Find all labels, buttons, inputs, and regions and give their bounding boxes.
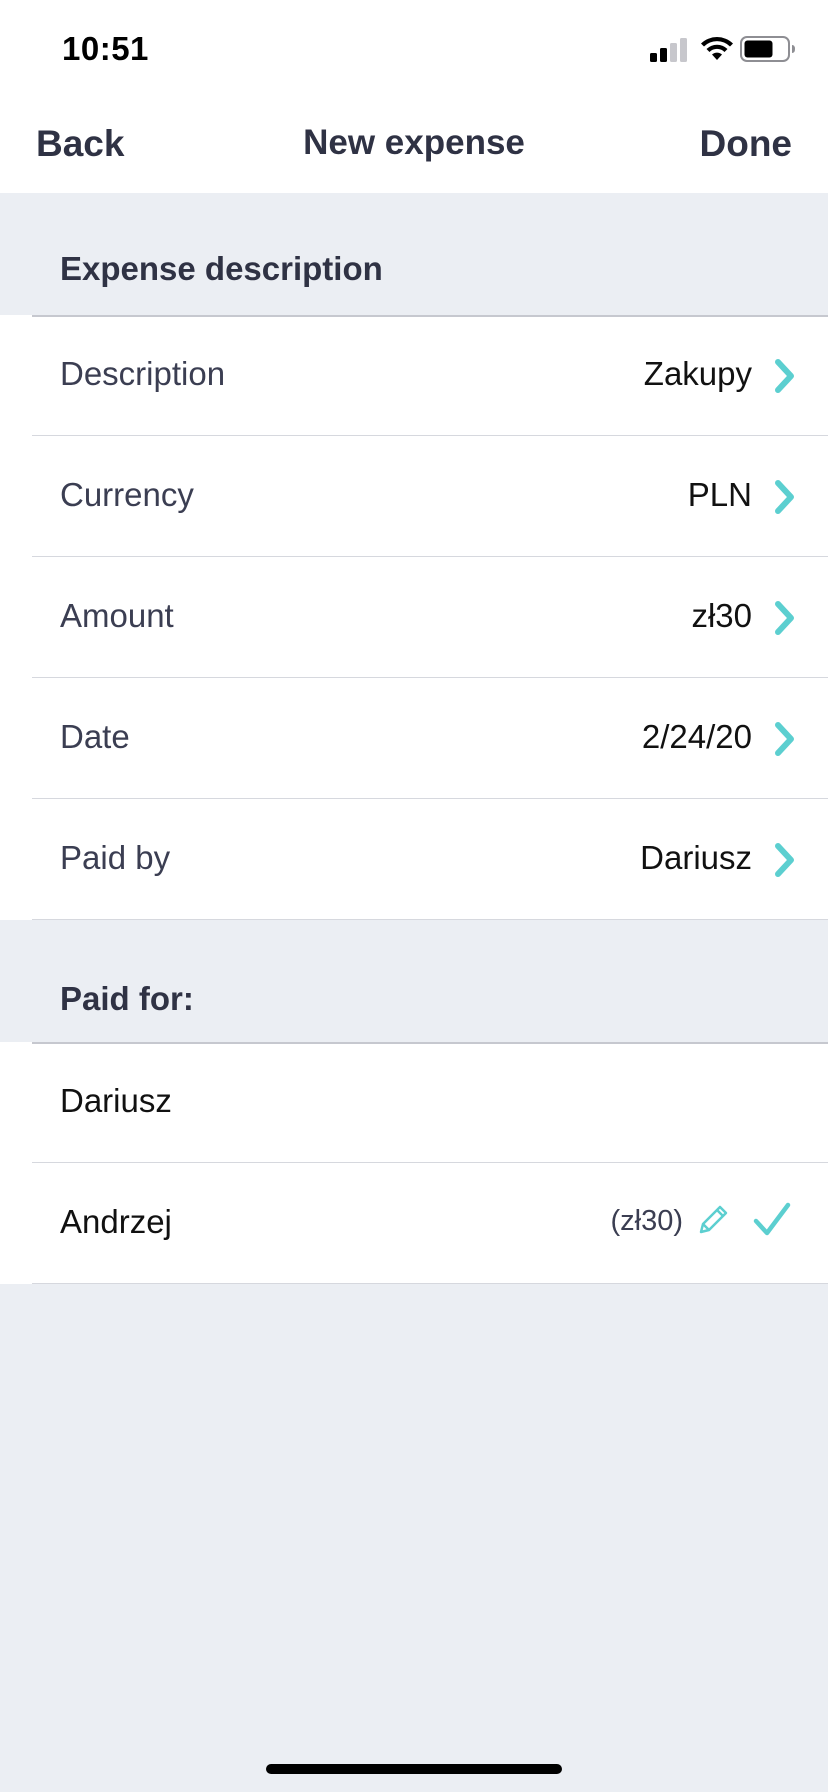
chevron-right-icon (775, 722, 794, 756)
row-value: PLN (687, 476, 752, 513)
battery-icon (740, 36, 795, 62)
status-bar: 10:51 (0, 0, 828, 95)
chevron-right-icon (775, 480, 794, 514)
pencil-icon[interactable] (696, 1203, 730, 1237)
section-header-paid-for: Paid for: (0, 920, 828, 1042)
row-value: 2/24/20 (641, 718, 752, 755)
row-label: Currency (60, 476, 194, 513)
row-label: Amount (60, 597, 174, 634)
row-value: zł30 (691, 597, 752, 634)
checkmark-icon[interactable] (752, 1201, 792, 1239)
description-row[interactable]: Description Zakupy (0, 315, 828, 436)
row-label: Date (60, 718, 130, 755)
signal-icon (650, 38, 690, 62)
screen: 10:51 Back New expense Done Expense desc… (0, 0, 828, 1792)
participant-row[interactable]: Dariusz (0, 1042, 828, 1163)
participant-row[interactable]: Andrzej (zł30) (0, 1163, 828, 1284)
participant-name: Dariusz (60, 1082, 172, 1119)
section-title-expense: Expense description (60, 250, 383, 287)
home-indicator[interactable] (266, 1764, 562, 1774)
chevron-right-icon (775, 601, 794, 635)
section-title-paid-for: Paid for: (60, 980, 194, 1017)
nav-bar: Back New expense Done (0, 95, 828, 193)
paid-by-row[interactable]: Paid by Dariusz (0, 799, 828, 920)
row-label: Paid by (60, 839, 171, 876)
expense-details-list: Description Zakupy Currency PLN Amount z… (0, 315, 828, 920)
currency-row[interactable]: Currency PLN (0, 436, 828, 557)
wifi-icon (701, 37, 733, 60)
chevron-right-icon (775, 843, 794, 877)
date-row[interactable]: Date 2/24/20 (0, 678, 828, 799)
done-button[interactable]: Done (700, 123, 793, 165)
section-header-expense: Expense description (0, 193, 828, 315)
paid-for-list: Dariusz Andrzej (zł30) (0, 1042, 828, 1284)
status-time: 10:51 (62, 30, 149, 67)
row-label: Description (60, 355, 226, 392)
participant-name: Andrzej (60, 1203, 172, 1240)
row-value: Zakupy (643, 355, 752, 392)
row-value: Dariusz (640, 839, 752, 876)
participant-share: (zł30) (610, 1205, 683, 1237)
chevron-right-icon (775, 359, 794, 393)
amount-row[interactable]: Amount zł30 (0, 557, 828, 678)
